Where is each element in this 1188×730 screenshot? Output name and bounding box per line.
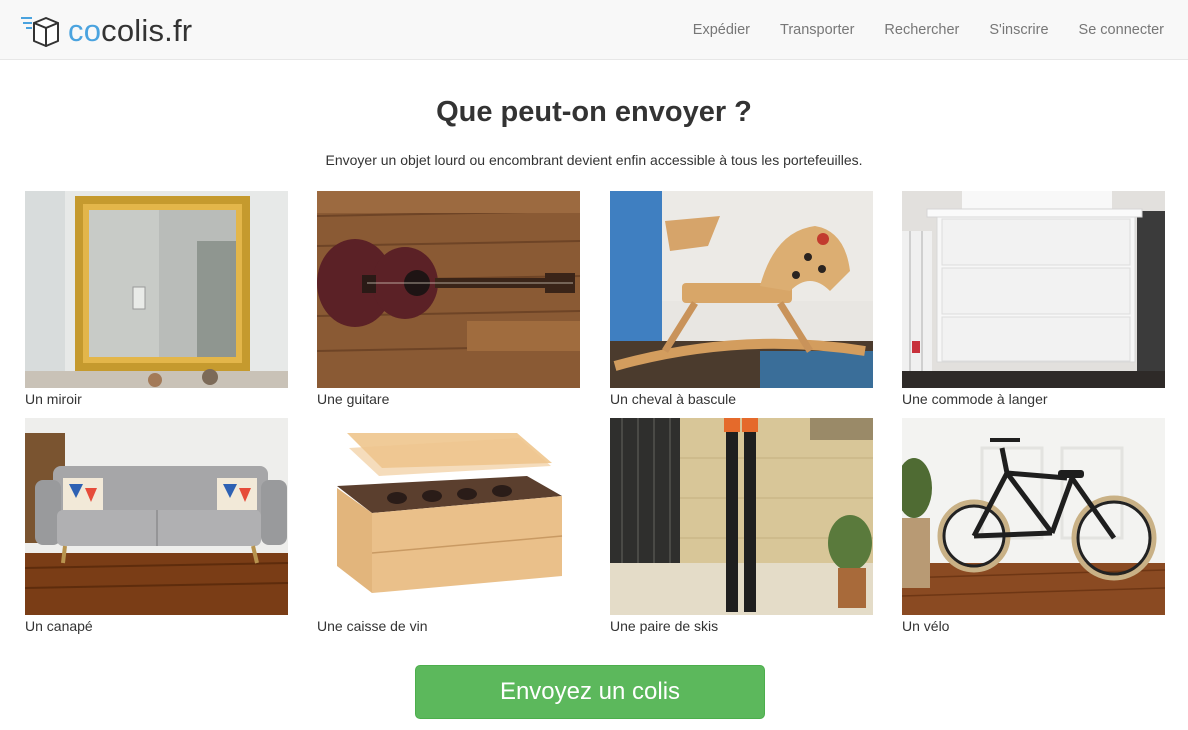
wine-crate-photo xyxy=(317,418,580,615)
brand-logo-link[interactable]: cocolis.fr xyxy=(20,14,192,48)
bicycle-photo xyxy=(902,418,1165,615)
item-card-skis: Une paire de skis xyxy=(610,418,873,634)
item-caption: Un cheval à bascule xyxy=(610,391,737,407)
item-card-velo: Un vélo xyxy=(902,418,1165,634)
nav-expedier[interactable]: Expédier xyxy=(693,22,750,38)
box-logo-icon xyxy=(21,17,59,47)
item-card-miroir: Un miroir xyxy=(25,191,288,407)
nav-rechercher[interactable]: Rechercher xyxy=(884,22,959,38)
rocking-horse-photo xyxy=(610,191,873,388)
dresser-photo xyxy=(902,191,1165,388)
page-subtitle: Envoyer un objet lourd ou encombrant dev… xyxy=(325,152,863,168)
main-nav: Expédier Transporter Rechercher S'inscri… xyxy=(663,0,1164,60)
item-caption: Une caisse de vin xyxy=(317,618,428,634)
skis-photo xyxy=(610,418,873,615)
item-card-canape: Un canapé xyxy=(25,418,288,634)
page-title: Que peut-on envoyer ? xyxy=(436,96,752,128)
nav-sinscrire[interactable]: S'inscrire xyxy=(989,22,1048,38)
brand-name: cocolis.fr xyxy=(68,13,193,48)
item-caption: Un canapé xyxy=(25,618,93,634)
sofa-photo xyxy=(25,418,288,615)
item-caption: Un vélo xyxy=(902,618,950,634)
guitar-photo xyxy=(317,191,580,388)
mirror-photo xyxy=(25,191,288,388)
item-caption: Une guitare xyxy=(317,391,390,407)
item-card-caisse-vin: Une caisse de vin xyxy=(317,418,580,634)
item-caption: Un miroir xyxy=(25,391,82,407)
send-parcel-button[interactable]: Envoyez un colis xyxy=(415,665,765,719)
nav-se-connecter[interactable]: Se connecter xyxy=(1079,22,1164,38)
item-card-guitare: Une guitare xyxy=(317,191,580,407)
item-caption: Une commode à langer xyxy=(902,391,1048,407)
navbar: cocolis.fr Expédier Transporter Recherch… xyxy=(0,0,1188,60)
nav-transporter[interactable]: Transporter xyxy=(780,22,854,38)
item-caption: Une paire de skis xyxy=(610,618,719,634)
item-card-commode: Une commode à langer xyxy=(902,191,1165,407)
item-card-cheval: Un cheval à bascule xyxy=(610,191,873,407)
